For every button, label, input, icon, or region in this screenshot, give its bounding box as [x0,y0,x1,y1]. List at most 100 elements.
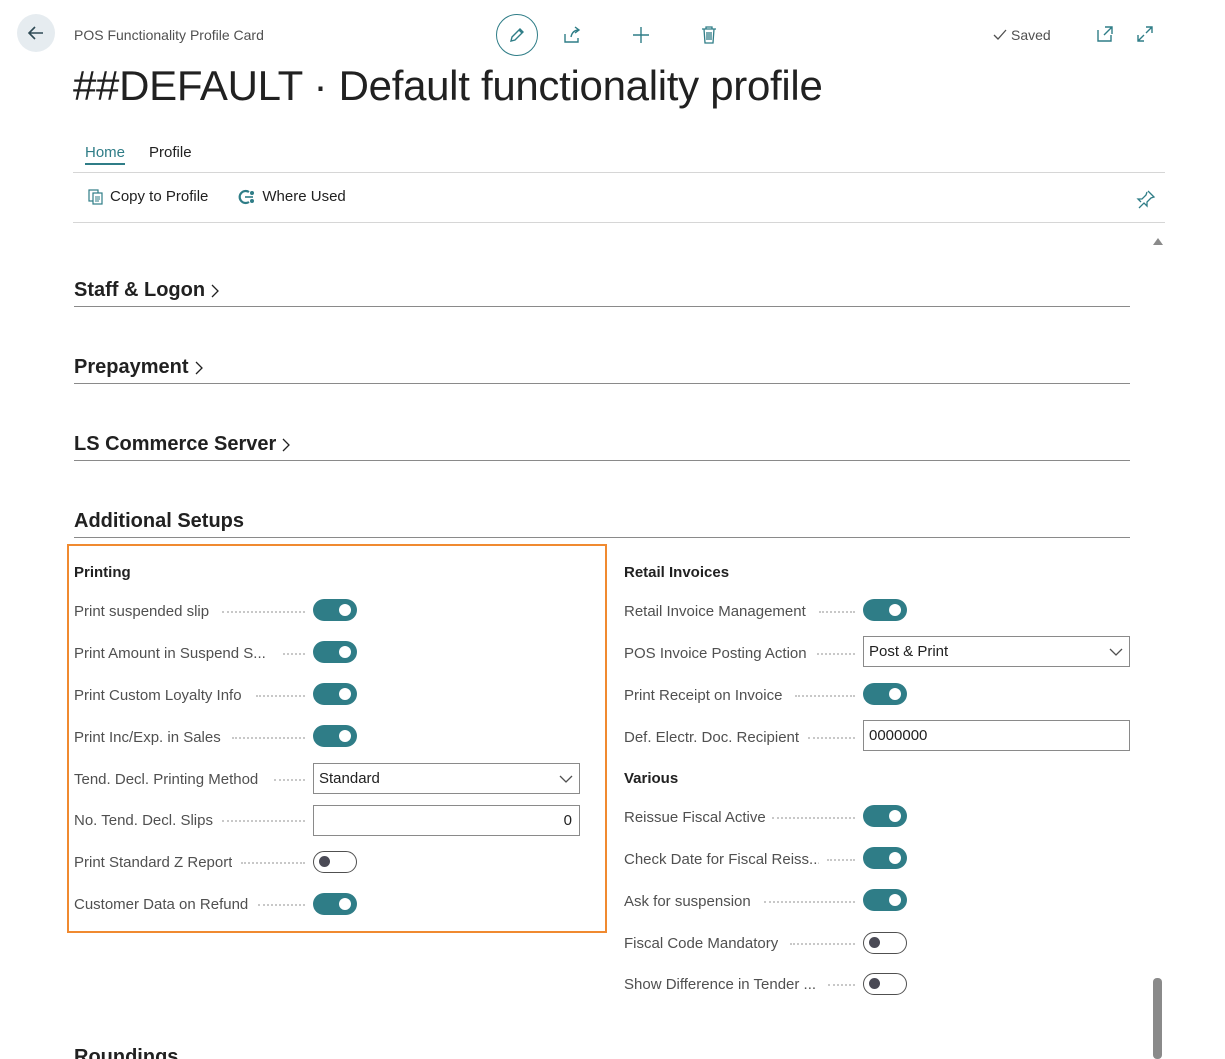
no-tend-decl-slips-input[interactable]: 0 [313,805,580,836]
field-leader-dots [274,779,305,781]
field-def-electr-doc-recipient: Def. Electr. Doc. Recipient [624,723,804,751]
expand-button[interactable] [1135,24,1155,49]
scrollbar-thumb[interactable] [1153,978,1162,1059]
reissue-fiscal-active-toggle[interactable] [863,805,907,827]
field-leader-dots [241,862,305,864]
field-leader-dots [817,653,855,655]
back-button[interactable] [17,14,55,52]
tend-decl-printing-method-select[interactable]: Standard [313,763,580,794]
group-title-printing: Printing [74,564,131,581]
field-print-amount-in-suspend: Print Amount in Suspend S... [74,639,274,667]
scroll-up-arrow[interactable] [1153,238,1163,245]
expand-icon [1137,26,1153,42]
print-custom-loyalty-info-toggle[interactable] [313,683,357,705]
ask-for-suspension-toggle[interactable] [863,889,907,911]
field-label: Ask for suspension [624,892,751,910]
where-used-label: Where Used [262,188,346,205]
fiscal-code-mandatory-toggle[interactable] [863,932,907,954]
select-value: Standard [319,770,380,787]
share-icon [564,26,581,43]
page-caption: POS Functionality Profile Card [74,27,264,43]
open-new-window-button[interactable] [1095,24,1115,49]
delete-button[interactable] [697,23,721,47]
section-prepayment[interactable]: Prepayment [74,356,1130,384]
field-label: Show Difference in Tender ... [624,975,817,993]
field-label: Retail Invoice Management [624,602,806,620]
field-leader-dots [827,859,855,861]
checkmark-icon [993,29,1007,40]
field-leader-dots [258,904,305,906]
print-receipt-on-invoice-toggle[interactable] [863,683,907,705]
copy-icon [88,188,103,205]
edit-button[interactable] [496,14,538,56]
divider [73,172,1165,173]
select-value: Post & Print [869,643,949,660]
chevron-right-icon [282,438,291,451]
section-staff-logon[interactable]: Staff & Logon [74,279,1130,307]
section-ls-commerce-server[interactable]: LS Commerce Server [74,433,1130,461]
tab-profile[interactable]: Profile [149,144,192,165]
pin-button[interactable] [1136,189,1156,214]
section-title: LS Commerce Server [74,433,277,455]
new-button[interactable] [629,23,653,47]
saved-label: Saved [1011,27,1051,43]
print-suspended-slip-toggle[interactable] [313,599,357,621]
field-leader-dots [819,611,855,613]
copy-to-profile-button[interactable]: Copy to Profile [88,188,208,205]
field-leader-dots [790,943,855,945]
plus-icon [633,27,649,43]
field-leader-dots [256,695,305,697]
print-standard-z-report-toggle[interactable] [313,851,357,873]
tab-bar: Home Profile [85,144,192,165]
where-used-button[interactable]: Where Used [238,188,346,205]
where-used-icon [239,189,255,204]
field-label: Print Amount in Suspend S... [74,644,266,662]
divider [73,222,1165,223]
customer-data-on-refund-toggle[interactable] [313,893,357,915]
field-print-custom-loyalty-info: Print Custom Loyalty Info [74,681,254,709]
chevron-right-icon [195,361,203,374]
section-roundings[interactable]: Roundings [74,1046,178,1059]
tab-home[interactable]: Home [85,144,126,165]
share-button[interactable] [560,23,584,47]
field-label: Print suspended slip [74,602,210,620]
field-label: Print Standard Z Report [74,853,233,871]
action-bar: Copy to Profile Where Used [88,188,346,205]
section-additional-setups[interactable]: Additional Setups [74,510,1130,538]
trash-icon [702,26,716,44]
field-label: POS Invoice Posting Action [624,644,807,662]
field-print-standard-z-report: Print Standard Z Report [74,848,239,876]
field-reissue-fiscal-active: Reissue Fiscal Active [624,803,769,831]
def-electr-doc-recipient-input[interactable]: 0000000 [863,720,1130,751]
field-leader-dots [222,820,305,822]
field-leader-dots [283,653,305,655]
group-title-retail-invoices: Retail Invoices [624,564,730,581]
saved-status: Saved [992,27,1051,43]
field-ask-for-suspension: Ask for suspension [624,887,759,915]
field-leader-dots [808,737,855,739]
section-title: Prepayment [74,356,189,378]
scrollbar[interactable] [1153,236,1163,1059]
back-arrow-icon [27,26,43,40]
group-title-various: Various [624,770,679,787]
print-amount-in-suspend-toggle[interactable] [313,641,357,663]
retail-invoice-management-toggle[interactable] [863,599,907,621]
field-leader-dots [232,737,305,739]
show-difference-in-tender-toggle[interactable] [863,973,907,995]
field-check-date-for-fiscal-reissue: Check Date for Fiscal Reiss... [624,845,819,873]
chevron-down-icon [559,775,573,783]
field-label: Tend. Decl. Printing Method [74,770,259,788]
field-label: Check Date for Fiscal Reiss... [624,850,819,868]
chevron-down-icon [1109,648,1123,656]
field-retail-invoice-management: Retail Invoice Management [624,597,814,625]
field-show-difference-in-tender: Show Difference in Tender ... [624,970,824,998]
pin-icon [1136,190,1156,209]
check-date-for-fiscal-reissue-toggle[interactable] [863,847,907,869]
edit-pencil-icon [510,28,524,42]
copy-to-profile-label: Copy to Profile [110,188,209,205]
pos-invoice-posting-action-select[interactable]: Post & Print [863,636,1130,667]
print-inc-exp-in-sales-toggle[interactable] [313,725,357,747]
section-title: Additional Setups [74,510,244,532]
open-new-window-icon [1097,26,1113,42]
section-title: Staff & Logon [74,279,206,301]
